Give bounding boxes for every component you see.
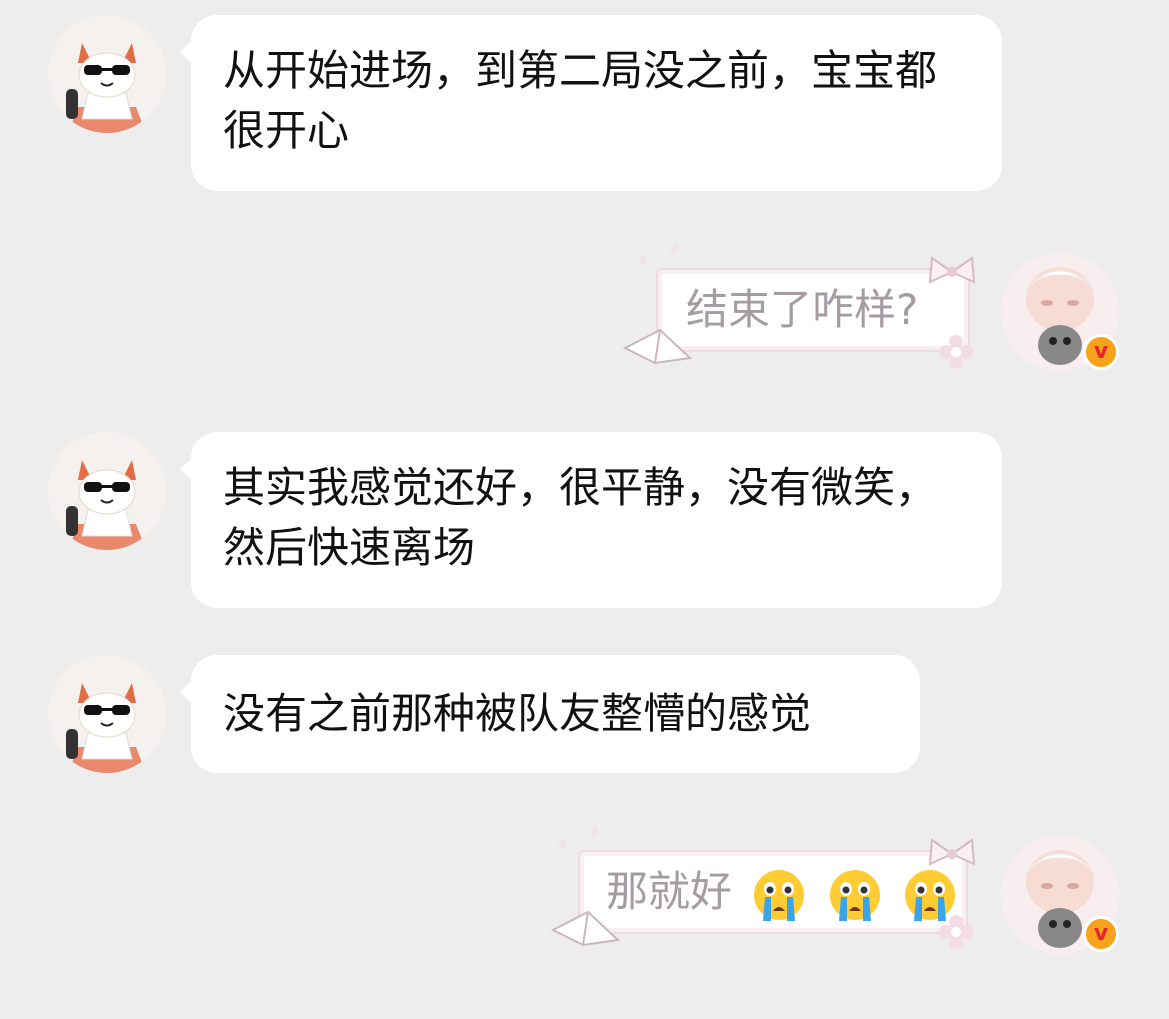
message-bubble-outgoing[interactable]: 那就好 [578, 850, 968, 934]
loudly-crying-face-icon [754, 869, 805, 921]
message-text: 没有之前那种被队友整懵的感觉 [223, 689, 812, 738]
message-bubble-outgoing[interactable]: 结束了咋样? [656, 268, 970, 352]
contact-avatar-fox[interactable] [48, 15, 166, 133]
message-text: 结束了咋样? [686, 285, 919, 334]
loudly-crying-face-icon [829, 869, 880, 921]
message-bubble-incoming[interactable]: 没有之前那种被队友整懵的感觉 [180, 655, 920, 773]
contact-avatar-fox[interactable] [48, 655, 166, 773]
message-bubble-incoming[interactable]: 其实我感觉还好，很平静，没有微笑，然后快速离场 [180, 432, 1002, 608]
verified-badge-icon: v [1083, 334, 1119, 370]
message-text: 那就好 [606, 867, 733, 916]
verified-badge-icon: v [1083, 916, 1119, 952]
message-text: 从开始进场，到第二局没之前，宝宝都很开心 [223, 46, 938, 155]
message-bubble-incoming[interactable]: 从开始进场，到第二局没之前，宝宝都很开心 [180, 15, 1002, 191]
message-text: 其实我感觉还好，很平静，没有微笑，然后快速离场 [223, 463, 938, 572]
contact-avatar-fox[interactable] [48, 432, 166, 550]
loudly-crying-face-icon [905, 869, 956, 921]
